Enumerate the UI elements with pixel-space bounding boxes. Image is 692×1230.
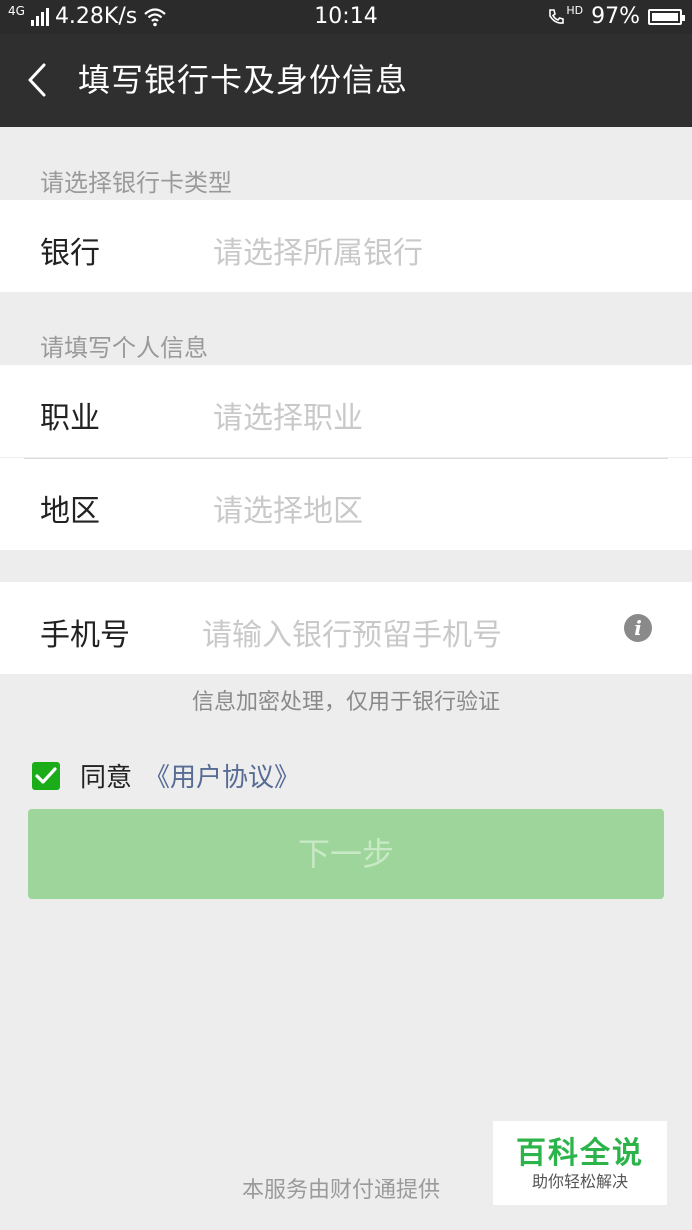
hd-call-icon: HD bbox=[546, 4, 584, 27]
status-right: HD 97% bbox=[546, 4, 685, 29]
encryption-note: 信息加密处理，仅用于银行验证 bbox=[191, 690, 500, 715]
back-icon[interactable] bbox=[22, 62, 52, 98]
agreement-row: 同意 《用户协议》 bbox=[32, 757, 300, 794]
phone-row[interactable]: 手机号 请输入银行预留手机号 i bbox=[0, 582, 692, 674]
phone-label: 手机号 bbox=[40, 618, 130, 653]
row-divider bbox=[24, 458, 668, 459]
provider-footer: 本服务由财付通提供 bbox=[242, 1178, 441, 1203]
region-label: 地区 bbox=[40, 494, 100, 529]
title-bar: 填写银行卡及身份信息 bbox=[0, 34, 692, 127]
bank-select[interactable]: 请选择所属银行 bbox=[213, 228, 423, 272]
page-title: 填写银行卡及身份信息 bbox=[78, 61, 409, 99]
watermark-logo: 百科全说 助你轻松解决 bbox=[493, 1121, 667, 1205]
occupation-label: 职业 bbox=[40, 401, 100, 436]
agree-text: 同意 bbox=[80, 763, 133, 793]
agree-checkbox[interactable] bbox=[32, 761, 60, 790]
phone-input[interactable]: 请输入银行预留手机号 bbox=[202, 610, 502, 654]
region-select[interactable]: 请选择地区 bbox=[213, 486, 363, 530]
bank-label: 银行 bbox=[40, 236, 100, 271]
bank-row[interactable]: 银行 请选择所属银行 bbox=[0, 200, 692, 292]
hd-label: HD bbox=[566, 4, 584, 17]
occupation-select[interactable]: 请选择职业 bbox=[213, 393, 363, 437]
region-row[interactable]: 地区 请选择地区 bbox=[0, 458, 692, 550]
section-label-bank-type: 请选择银行卡类型 bbox=[40, 169, 232, 197]
watermark-sub: 助你轻松解决 bbox=[531, 1172, 628, 1191]
battery-icon bbox=[648, 8, 685, 25]
next-step-button[interactable]: 下一步 bbox=[28, 809, 664, 899]
watermark-main: 百科全说 bbox=[516, 1136, 644, 1171]
status-bar: 4G 4.28K/s 10:14 HD 97% bbox=[0, 0, 692, 34]
section-label-personal-info: 请填写个人信息 bbox=[40, 334, 208, 362]
occupation-row[interactable]: 职业 请选择职业 bbox=[0, 365, 692, 457]
battery-percent: 97% bbox=[591, 4, 640, 29]
user-agreement-link[interactable]: 《用户协议》 bbox=[144, 757, 300, 794]
info-icon[interactable]: i bbox=[624, 614, 652, 642]
